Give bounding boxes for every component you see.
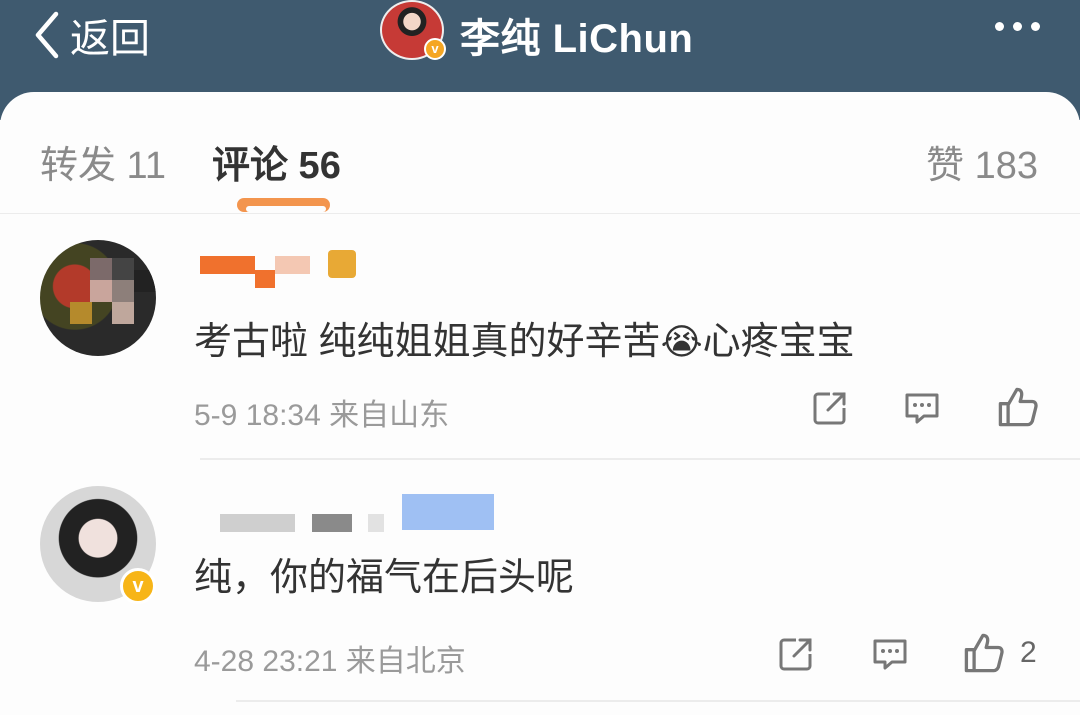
comment-text: 纯，你的福气在后头呢 — [194, 557, 575, 599]
more-icon-dot — [995, 22, 1004, 31]
back-label: 返回 — [70, 17, 150, 61]
share-icon — [779, 638, 812, 671]
more-button[interactable] — [995, 22, 1040, 31]
more-icon-dot — [1031, 22, 1040, 31]
username-blurred — [312, 514, 352, 532]
username-blurred[interactable] — [200, 256, 255, 274]
pixel-block — [90, 258, 112, 280]
tab-reposts[interactable]: 转发 11 — [40, 134, 166, 189]
comments-card: 转发 11 评论 56 赞 183 考古啦 纯纯姐姐真的好辛苦😭心疼宝宝 5-9… — [0, 92, 1080, 715]
comment-icon — [873, 639, 907, 670]
back-button[interactable]: 返回 — [30, 6, 150, 64]
like-button[interactable] — [996, 385, 1040, 434]
pixel-block — [70, 302, 92, 324]
comment-meta: 5-9 18:34 来自山东 — [194, 399, 450, 432]
comment-text: 考古啦 纯纯姐姐真的好辛苦😭心疼宝宝 — [194, 310, 855, 365]
level-badge-icon — [328, 250, 356, 278]
username-blurred — [255, 270, 275, 288]
more-icon-dot — [1013, 22, 1022, 31]
comment-text-main: 考古啦 纯纯姐姐真的好辛苦 — [194, 321, 661, 363]
verified-badge-icon: v — [120, 568, 156, 604]
pixel-block — [112, 258, 134, 280]
indicator-gap — [246, 206, 326, 212]
share-button[interactable] — [776, 634, 816, 679]
tab-bar: 转发 11 评论 56 赞 183 — [0, 92, 1080, 214]
pixel-block — [112, 302, 134, 324]
divider — [200, 458, 1080, 460]
comment-icon — [905, 393, 939, 424]
page-title: 李纯 LiChun — [460, 17, 694, 61]
username-blurred — [275, 256, 310, 274]
tab-likes[interactable]: 赞 183 — [926, 134, 1038, 189]
share-icon — [813, 392, 846, 425]
comment-text-tail: 心疼宝宝 — [702, 321, 855, 363]
share-button[interactable] — [810, 388, 850, 433]
pixel-block — [112, 280, 134, 302]
username-blurred — [402, 494, 494, 530]
divider — [236, 700, 1080, 702]
tab-comments[interactable]: 评论 56 — [212, 134, 341, 189]
avatar[interactable] — [40, 240, 156, 356]
username-blurred[interactable] — [220, 514, 295, 532]
like-count: 2 — [1020, 636, 1037, 669]
like-button[interactable] — [962, 631, 1006, 680]
chevron-left-icon — [35, 11, 59, 59]
like-icon — [998, 387, 1038, 427]
reply-button[interactable] — [902, 388, 942, 433]
pixel-block — [134, 270, 156, 292]
reply-button[interactable] — [870, 634, 910, 679]
verified-badge-icon: v — [424, 38, 446, 60]
username-blurred — [368, 514, 384, 532]
comment-meta: 4-28 23:21 来自北京 — [194, 645, 466, 678]
pixel-block — [90, 280, 112, 302]
like-icon — [964, 633, 1004, 673]
crying-emoji-icon: 😭 — [660, 321, 703, 362]
